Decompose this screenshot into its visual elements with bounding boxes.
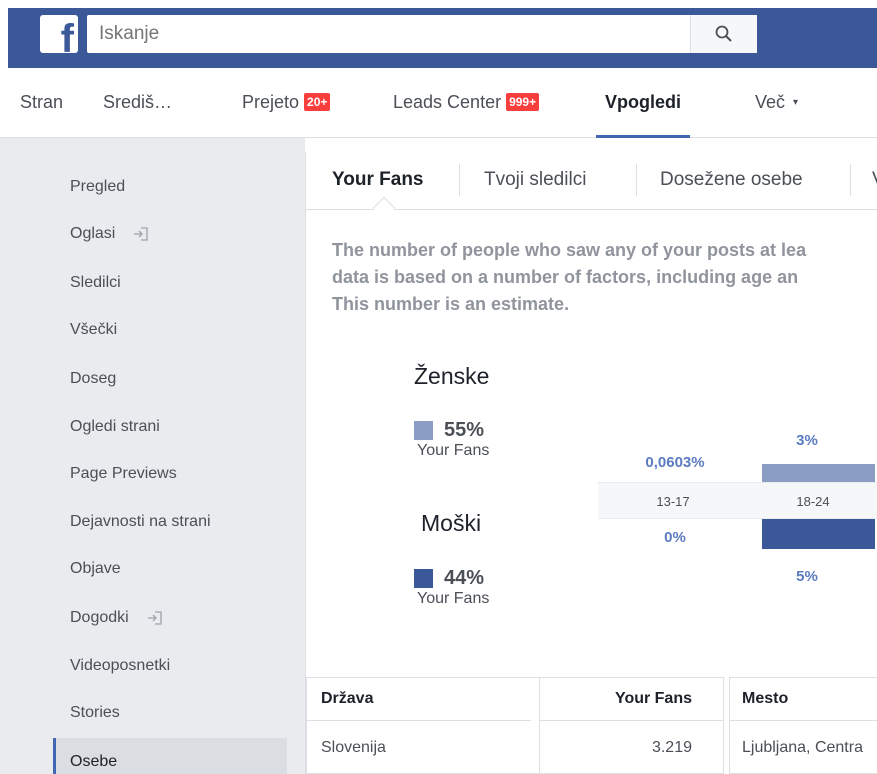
sidebar-item-dogodki[interactable]: Dogodki	[53, 594, 287, 642]
men-18-24-value: 5%	[796, 568, 818, 585]
external-enter-icon	[133, 227, 149, 241]
tab-tvoji-sledilci[interactable]: Tvoji sledilci	[484, 152, 586, 208]
nav-stran-label: Stran	[20, 91, 64, 112]
age-axis: 13-17 18-24	[598, 482, 877, 519]
nav-stran[interactable]: Stran	[20, 68, 63, 136]
sidebar-item-vsecki[interactable]: Všečki	[53, 306, 287, 354]
nav-vpogledi[interactable]: Vpogledi	[596, 68, 690, 138]
country-table: Država Your Fans Slovenija 3.219	[306, 677, 724, 774]
sidebar-item-label: Videoposnetki	[70, 657, 171, 674]
header-spacer	[307, 678, 321, 721]
country-cell: Slovenija	[321, 739, 386, 756]
sidebar-item-label: Page Previews	[70, 465, 177, 482]
sidebar-item-label: Doseg	[70, 370, 117, 387]
sidebar-item-label: Osebe	[70, 753, 118, 770]
nav-sredisce-label: Središ…	[103, 91, 173, 112]
sidebar-item-pregled[interactable]: Pregled	[53, 163, 287, 211]
chevron-down-icon: ▾	[793, 96, 799, 108]
axis-tick: 13-17	[656, 494, 690, 509]
nav-sredisce[interactable]: Središ…	[103, 68, 172, 136]
search-input[interactable]	[87, 15, 690, 53]
women-18-24-bar[interactable]	[761, 464, 875, 482]
tab-label: Tvoji sledilci	[484, 169, 587, 190]
nav-vec-label: Več	[755, 91, 786, 112]
leads-center-badge: 999+	[506, 93, 540, 111]
tab-divider	[459, 164, 460, 196]
sidebar-item-ogledi-strani[interactable]: Ogledi strani	[53, 403, 287, 451]
sidebar-item-objave[interactable]: Objave	[53, 545, 287, 593]
men-label: Moški	[421, 510, 482, 536]
tab-more[interactable]: V	[872, 152, 877, 208]
sidebar-item-osebe[interactable]: Osebe	[53, 738, 287, 774]
axis-tick: 18-24	[796, 494, 830, 509]
sidebar-item-label: Stories	[70, 704, 120, 721]
sidebar-item-label: Ogledi strani	[70, 418, 160, 435]
prejeto-badge: 20+	[304, 93, 331, 111]
tab-your-fans[interactable]: Your Fans	[332, 152, 424, 208]
sidebar-item-label: Objave	[70, 560, 121, 577]
men-percent: 44%	[444, 567, 485, 589]
women-swatch	[414, 421, 433, 440]
audience-description: The number of people who saw any of your…	[332, 237, 877, 318]
women-18-24-value: 3%	[796, 432, 818, 449]
men-percent-row: 44%	[414, 567, 484, 590]
women-percent-caption: Your Fans	[417, 442, 490, 459]
men-18-24-bar[interactable]	[761, 519, 875, 549]
nav-prejeto[interactable]: Prejeto 20+	[242, 68, 331, 136]
city-table: Mesto Ljubljana, Centra	[729, 677, 877, 774]
nav-leads-center[interactable]: Leads Center 999+	[393, 68, 540, 136]
sidebar-item-label: Pregled	[70, 178, 126, 195]
sidebar-item-dejavnosti[interactable]: Dejavnosti na strani	[53, 498, 287, 546]
nav-prejeto-label: Prejeto	[242, 91, 300, 112]
search-button[interactable]	[690, 15, 757, 53]
sidebar-item-label: Sledilci	[70, 274, 121, 291]
country-header: Država	[321, 678, 531, 721]
sidebar-item-videoposnetki[interactable]: Videoposnetki	[53, 642, 287, 690]
tab-label: Dosežene osebe	[660, 169, 803, 190]
nav-vec[interactable]: Več ▾	[755, 68, 798, 136]
description-line: data is based on a number of factors, in…	[332, 267, 799, 287]
tab-divider	[636, 164, 637, 196]
women-label: Ženske	[414, 363, 490, 389]
header-spacer	[730, 678, 742, 721]
men-swatch	[414, 569, 433, 588]
nav-leads-center-label: Leads Center	[393, 91, 502, 112]
facebook-logo-icon[interactable]: f	[40, 15, 78, 53]
men-13-17-value: 0%	[664, 529, 686, 546]
tab-divider	[850, 164, 851, 196]
nav-vpogledi-label: Vpogledi	[605, 91, 681, 112]
sidebar-item-label: Dogodki	[70, 609, 129, 626]
city-cell: Ljubljana, Centra	[742, 739, 863, 756]
search-box	[87, 15, 757, 53]
sidebar-item-page-previews[interactable]: Page Previews	[53, 450, 287, 498]
country-fans-header: Your Fans	[539, 678, 724, 721]
search-icon	[715, 25, 732, 42]
description-line: This number is an estimate.	[332, 294, 570, 314]
tab-label: Your Fans	[332, 169, 424, 190]
description-line: The number of people who saw any of your…	[332, 240, 807, 260]
women-percent: 55%	[444, 419, 485, 441]
people-panel: Your Fans Tvoji sledilci Dosežene osebe …	[305, 152, 877, 774]
sidebar-item-oglasi[interactable]: Oglasi	[53, 210, 287, 258]
external-enter-icon	[147, 611, 163, 625]
sidebar-item-sledilci[interactable]: Sledilci	[53, 259, 287, 307]
tab-label: V	[872, 169, 877, 191]
insights-sidebar: Pregled Oglasi Sledilci Všečki Doseg Ogl…	[0, 138, 305, 774]
sidebar-item-doseg[interactable]: Doseg	[53, 355, 287, 403]
sidebar-item-label: Oglasi	[70, 225, 116, 242]
sidebar-item-label: Všečki	[70, 321, 118, 338]
country-fans-cell: 3.219	[651, 739, 692, 756]
page-nav: Stran Središ… Prejeto 20+ Leads Center 9…	[0, 68, 877, 138]
city-header: Mesto	[742, 678, 877, 721]
women-percent-row: 55%	[414, 419, 484, 442]
tab-dosezene-osebe[interactable]: Dosežene osebe	[660, 152, 803, 208]
sidebar-item-stories[interactable]: Stories	[53, 689, 287, 737]
men-percent-caption: Your Fans	[417, 590, 490, 607]
women-13-17-value: 0,0603%	[645, 454, 705, 471]
people-tabs: Your Fans Tvoji sledilci Dosežene osebe …	[306, 152, 877, 220]
sidebar-item-label: Dejavnosti na strani	[70, 513, 211, 530]
top-bar: f	[0, 0, 877, 68]
